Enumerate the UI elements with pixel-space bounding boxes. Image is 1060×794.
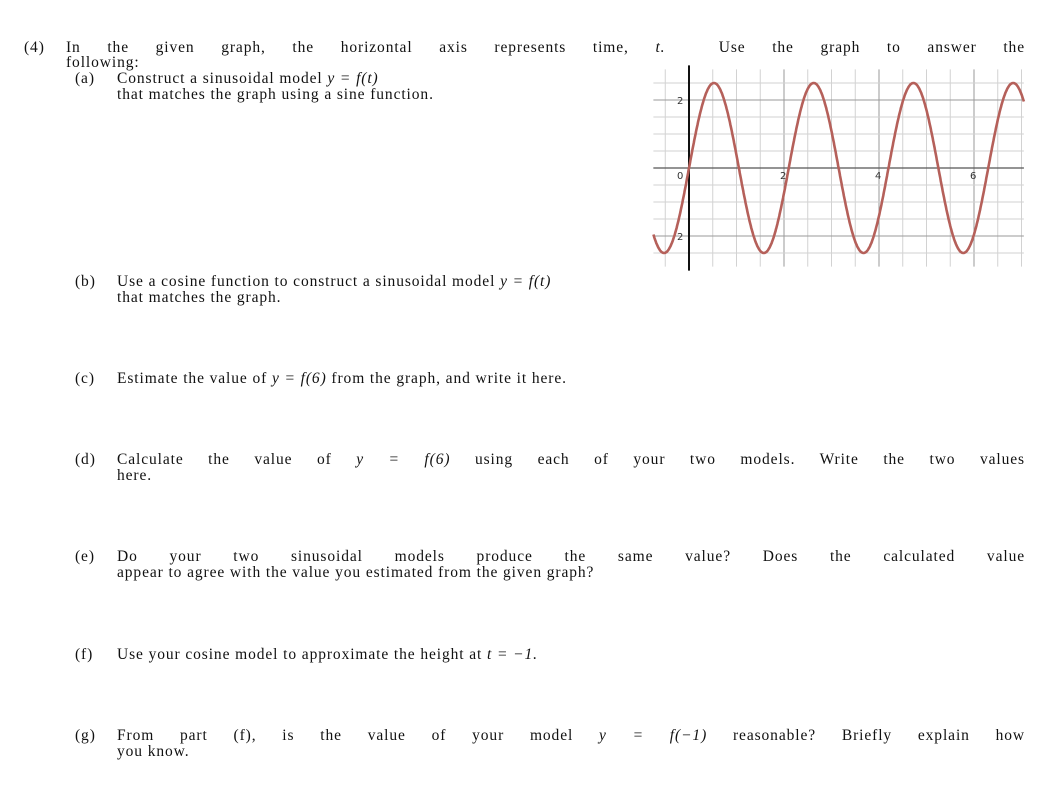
part-d-text: Calculate the value of — [117, 451, 332, 468]
problem-intro-line1: In the given graph, the horizontal axis … — [66, 40, 1025, 56]
part-d-text-cont: using each of your two models. Write the… — [474, 451, 1025, 468]
part-f-label: (f) — [75, 646, 94, 663]
part-b-text: Use a cosine function to construct a sin… — [117, 273, 496, 290]
y-tick-label: 2 — [677, 96, 683, 107]
sinusoid-graph: 0 2 4 622 — [652, 65, 1026, 271]
part-g-text: From part (f), is the value of your mode… — [117, 727, 574, 744]
x-tick-label: 4 — [875, 171, 881, 182]
part-g-line2: you know. — [117, 743, 190, 760]
problem-number: (4) — [24, 39, 45, 56]
part-a-label: (a) — [75, 70, 95, 87]
intro-text: In the given graph, the horizontal axis … — [66, 39, 629, 56]
part-e-label: (e) — [75, 548, 95, 565]
part-g-text-cont: reasonable? Briefly explain how — [732, 727, 1026, 744]
worksheet-page: (4) In the given graph, the horizontal a… — [0, 0, 1060, 794]
part-d-line1: Calculate the value of y = f(6) using ea… — [117, 452, 1025, 468]
part-b-line1: Use a cosine function to construct a sin… — [117, 274, 551, 290]
part-d-label: (d) — [75, 451, 96, 468]
part-b-math: y = f(t) — [500, 273, 552, 290]
part-a-text: Construct a sinusoidal model — [117, 70, 323, 87]
part-f-text: Use your cosine model to approximate the… — [117, 646, 483, 663]
problem-intro-line2: following: — [66, 54, 140, 71]
part-b-line2: that matches the graph. — [117, 289, 282, 306]
x-tick-label: 6 — [970, 171, 976, 182]
intro-math: t. — [655, 39, 666, 56]
part-f-math: t = −1. — [487, 646, 538, 663]
part-d-math: y = f(6) — [356, 451, 451, 468]
part-g-label: (g) — [75, 727, 96, 744]
part-g-math: y = f(−1) — [599, 727, 708, 744]
part-f-line1: Use your cosine model to approximate the… — [117, 647, 538, 663]
part-a-line2: that matches the graph using a sine func… — [117, 86, 434, 103]
part-d-line2: here. — [117, 467, 153, 484]
part-a-line1: Construct a sinusoidal model y = f(t) — [117, 71, 379, 87]
part-c-label: (c) — [75, 370, 95, 387]
part-g-line1: From part (f), is the value of your mode… — [117, 728, 1025, 744]
intro-text-cont: Use the graph to answer the — [718, 39, 1025, 56]
part-b-label: (b) — [75, 273, 96, 290]
part-e-line2: appear to agree with the value you estim… — [117, 564, 595, 581]
part-e-line1: Do your two sinusoidal models produce th… — [117, 548, 1025, 565]
y-tick-label: 2 — [677, 232, 683, 243]
part-c-text-cont: from the graph, and write it here. — [331, 370, 567, 387]
part-a-math: y = f(t) — [327, 70, 379, 87]
part-c-math: y = f(6) — [271, 370, 327, 387]
part-c-line1: Estimate the value of y = f(6) from the … — [117, 371, 567, 387]
part-c-text: Estimate the value of — [117, 370, 268, 387]
x-tick-label: 0 — [677, 171, 683, 182]
